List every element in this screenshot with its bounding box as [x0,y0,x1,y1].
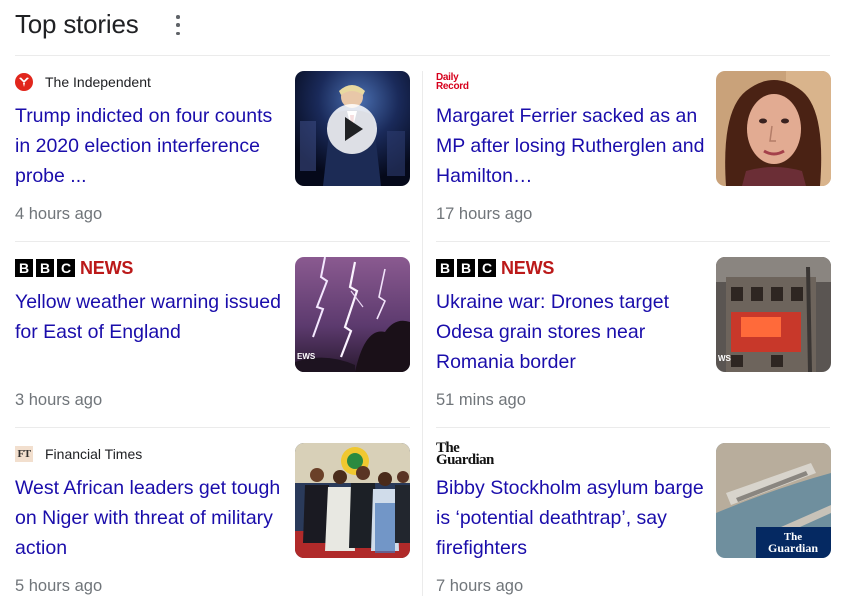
story-headline[interactable]: Trump indicted on four counts in 2020 el… [15,101,285,191]
story-headline[interactable]: Ukraine war: Drones target Odesa grain s… [436,287,706,377]
story-source: The Guardian [436,441,494,468]
story-card[interactable]: B B C NEWS Yellow weather warning issued… [15,257,410,427]
row-divider [15,427,410,428]
bbc-logo-letter: B [36,259,54,277]
column-divider [422,71,423,596]
story-source: Daily Record [436,71,469,93]
story-headline[interactable]: Yellow weather warning issued for East o… [15,287,285,347]
story-time: 4 hours ago [15,205,103,223]
thumb-caption: EWS [297,352,316,361]
bbc-logo-news: NEWS [501,257,555,278]
story-time: 7 hours ago [436,577,524,595]
story-source: FT Financial Times [15,443,142,465]
story-source: B B C NEWS [15,257,133,279]
bbc-logo-letter: C [478,259,496,277]
story-time: 51 mins ago [436,391,526,409]
story-card[interactable]: The Independent Trump indicted on four c… [15,71,410,241]
bbc-logo-news: NEWS [80,257,134,278]
story-source: B B C NEWS [436,257,554,279]
bbc-logo-letter: B [436,259,454,277]
bbc-news-logo: B B C NEWS [15,258,133,279]
story-time: 3 hours ago [15,391,103,409]
story-headline[interactable]: Bibby Stockholm asylum barge is ‘potenti… [436,473,706,563]
story-time: 5 hours ago [15,577,103,595]
guardian-logo-line: Guardian [436,452,494,468]
row-divider [436,241,830,242]
story-card[interactable]: Daily Record Margaret Ferrier sacked as a… [436,71,831,241]
story-headline[interactable]: West African leaders get tough on Niger … [15,473,285,563]
row-divider [436,427,830,428]
bbc-logo-letter: B [457,259,475,277]
row-divider [15,241,410,242]
story-headline[interactable]: Margaret Ferrier sacked as an MP after l… [436,101,706,191]
thumb-caption: WS [718,354,732,363]
independent-logo [15,73,33,91]
source-name: Financial Times [45,446,143,462]
story-time: 17 hours ago [436,205,533,223]
section-title: Top stories [15,8,139,39]
more-vert-icon[interactable] [170,15,186,35]
portrait-photo[interactable] [716,71,831,186]
barge-aerial-photo[interactable]: The Guardian [716,443,831,558]
guardian-logo: The Guardian [436,441,494,468]
thumb-caption: Guardian [768,541,818,555]
leaders-group-photo[interactable] [295,443,410,558]
story-card[interactable]: The Guardian Bibby Stockholm asylum barg… [436,441,831,613]
burning-building-photo[interactable]: WS [716,257,831,372]
section-header: Top stories [15,6,139,42]
lightning-photo[interactable]: EWS [295,257,410,372]
header-divider [15,55,830,56]
bbc-logo-letter: B [15,259,33,277]
story-card[interactable]: FT Financial Times West African leaders … [15,443,410,613]
story-source: The Independent [15,71,151,93]
source-name: The Independent [45,74,151,90]
story-card[interactable]: B B C NEWS Ukraine war: Drones target Od… [436,257,831,427]
video-thumbnail[interactable] [295,71,410,186]
bbc-logo-letter: C [57,259,75,277]
daily-record-logo: Daily Record [436,72,469,92]
ft-logo: FT [15,446,33,462]
bbc-news-logo: B B C NEWS [436,258,554,279]
